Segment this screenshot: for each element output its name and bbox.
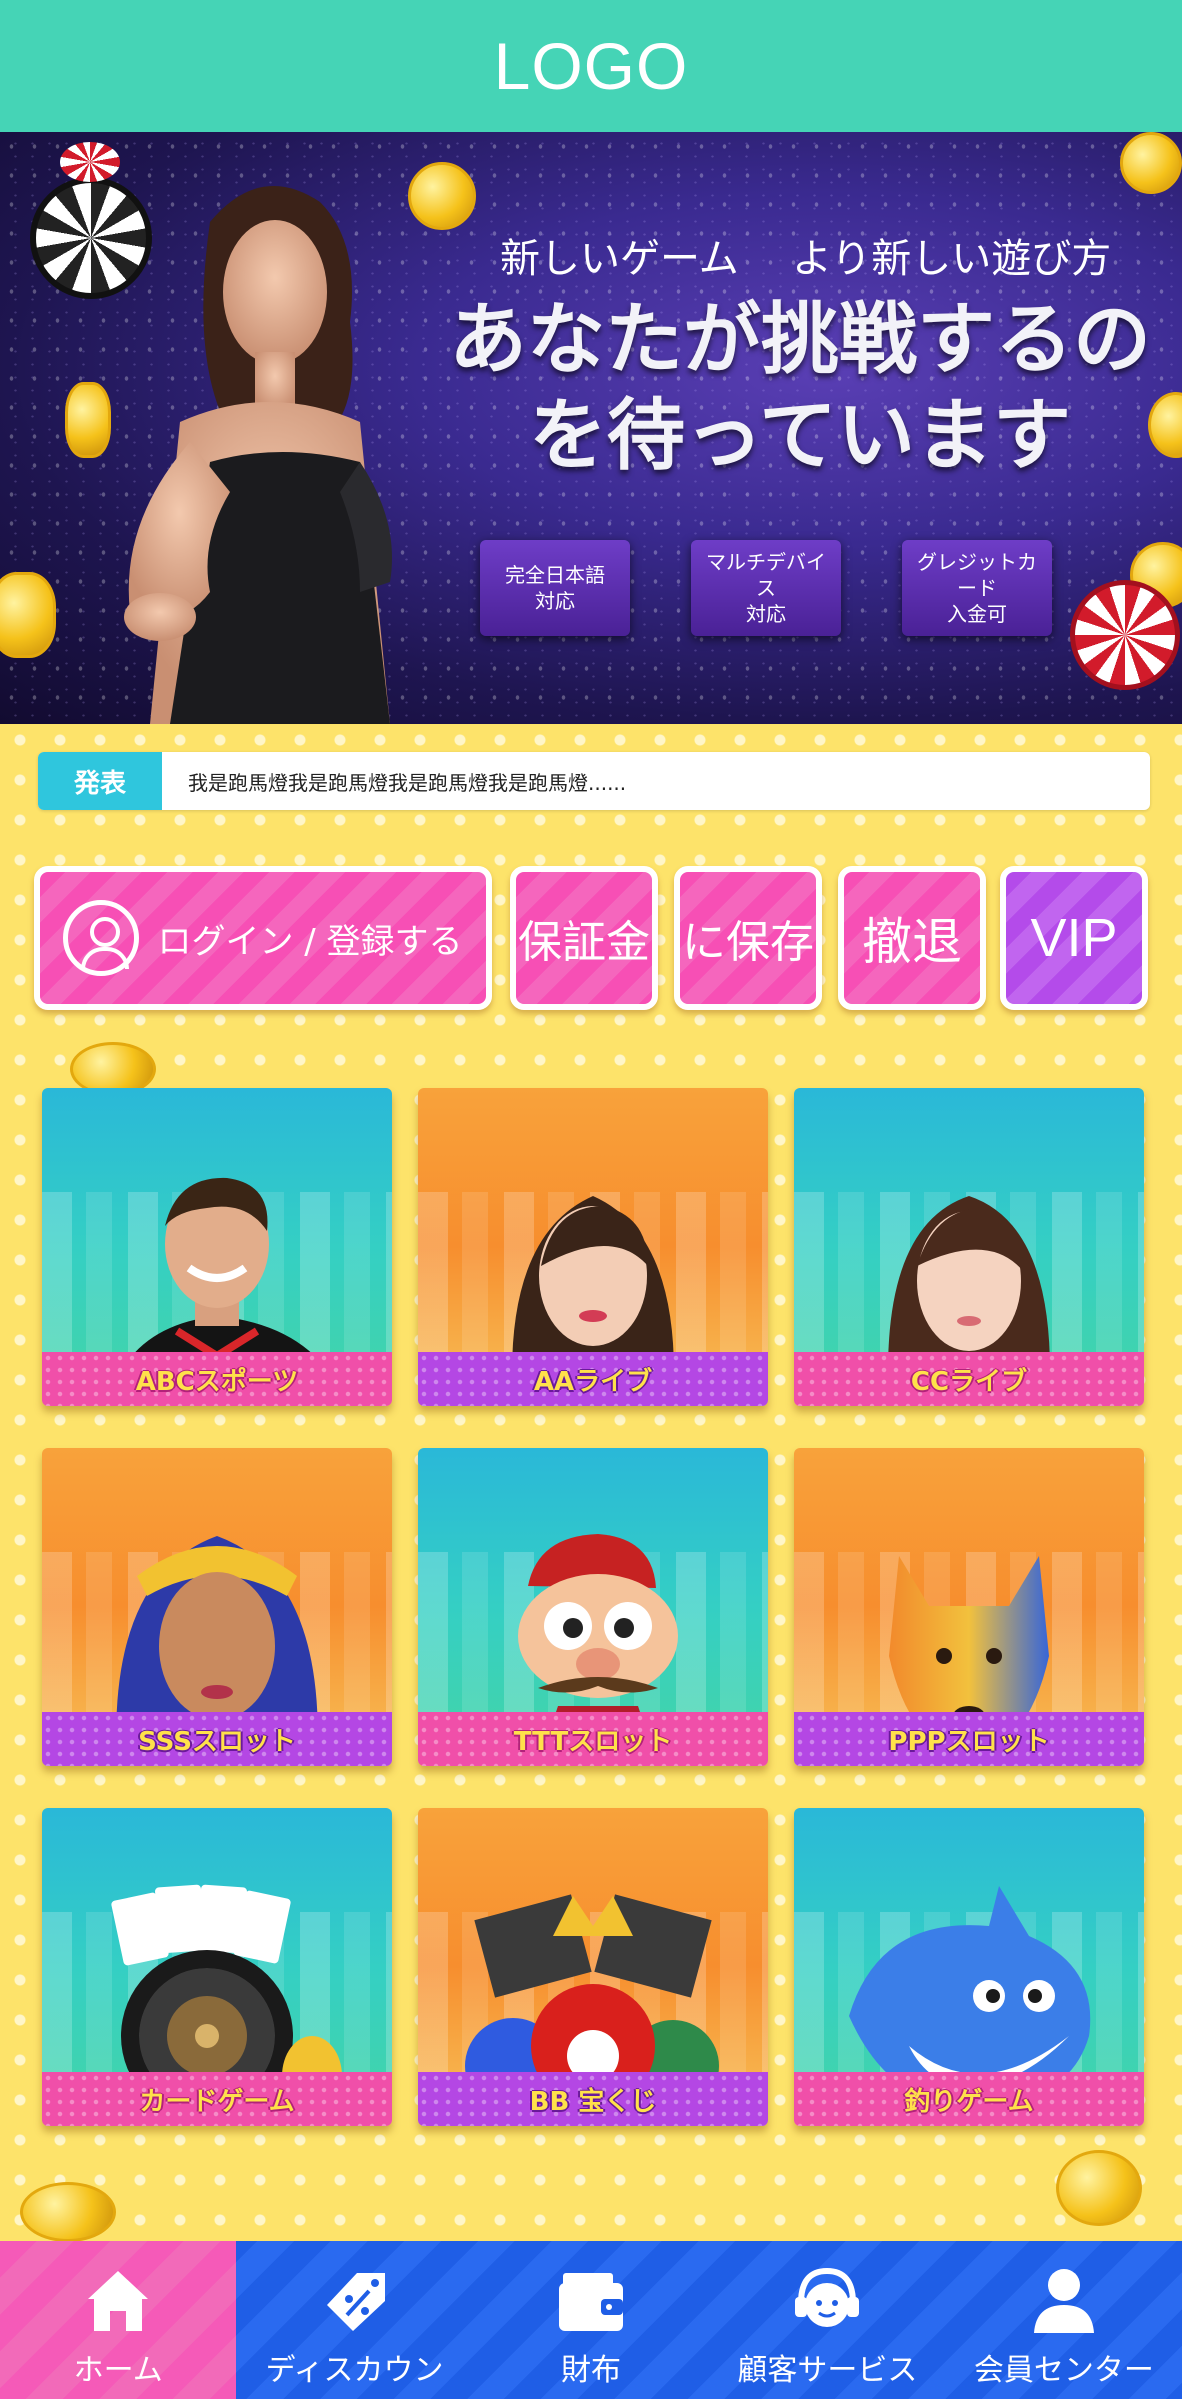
banner-title: あなたが挑戦するの を待っています <box>440 292 1160 484</box>
login-register-label: ログイン / 登録する <box>157 921 463 962</box>
customer-service-icon <box>795 2267 860 2327</box>
nav-label: 顧客サービス <box>737 2353 918 2388</box>
feature-line2: 入金可 <box>947 602 1007 626</box>
casino-chip-icon <box>1070 580 1180 690</box>
nav-label: 会員センター <box>973 2353 1154 2388</box>
user-icon <box>63 900 140 976</box>
banner-model-image <box>124 186 392 724</box>
game-card-label: ABCスポーツ <box>42 1352 392 1406</box>
nav-item-discount[interactable]: ディスカウン <box>236 2241 472 2399</box>
nav-item-customer-service[interactable]: 顧客サービス <box>709 2241 945 2399</box>
banner-subtitle-left: 新しいゲーム <box>500 236 739 282</box>
feature-badge-japanese: 完全日本語 対応 <box>480 540 630 636</box>
game-card-card-game[interactable]: カードゲーム <box>42 1808 392 2126</box>
nav-label: 財布 <box>561 2353 622 2388</box>
withdraw-label: 撤退 <box>862 913 962 971</box>
feature-badge-multidevice: マルチデバイス 対応 <box>691 540 841 636</box>
gold-coin-icon <box>0 572 56 658</box>
home-icon <box>88 2271 149 2331</box>
banner-title-line1: あなたが挑戦するの <box>448 295 1151 385</box>
game-card-label: PPPスロット <box>794 1712 1144 1766</box>
game-card-label: BB 宝くじ <box>418 2072 768 2126</box>
gold-coin-icon <box>1056 2150 1142 2226</box>
deposit-label: 保証金 <box>518 917 650 968</box>
game-card-lottery[interactable]: BB 宝くじ <box>418 1808 768 2126</box>
gold-coin-icon <box>1120 132 1182 194</box>
app-header: LOGO <box>0 0 1182 132</box>
nav-label: ホーム <box>73 2353 163 2388</box>
save-button[interactable]: に保存 <box>674 866 822 1010</box>
game-card-label: 釣りゲーム <box>794 2072 1144 2126</box>
login-register-button[interactable]: ログイン / 登録する <box>34 866 492 1010</box>
deposit-button[interactable]: 保証金 <box>510 866 658 1010</box>
nav-item-wallet[interactable]: 財布 <box>473 2241 709 2399</box>
nav-item-home[interactable]: ホーム <box>0 2241 237 2399</box>
game-card-fishing[interactable]: 釣りゲーム <box>794 1808 1144 2126</box>
vip-label: VIP <box>1030 908 1118 968</box>
announcement-label: 発表 <box>38 752 162 810</box>
bottom-navigation: ホーム ディスカウン 財布 顧客サービス 会員センター <box>0 2241 1182 2399</box>
nav-item-member-center[interactable]: 会員センター <box>946 2241 1182 2399</box>
game-card-label: SSSスロット <box>42 1712 392 1766</box>
logo[interactable]: LOGO <box>494 28 689 104</box>
game-card-aa-live[interactable]: AAライブ <box>418 1088 768 1406</box>
game-card-sports[interactable]: ABCスポーツ <box>42 1088 392 1406</box>
discount-tag-icon <box>326 2273 385 2331</box>
banner-title-line2: を待っています <box>528 391 1072 481</box>
feature-line1: マルチデバイス <box>706 550 826 600</box>
vip-button[interactable]: VIP <box>1000 866 1148 1010</box>
announcement-marquee[interactable]: 発表 我是跑馬燈我是跑馬燈我是跑馬燈我是跑馬燈...... <box>38 752 1150 810</box>
hero-banner[interactable]: 新しいゲーム より新しい遊び方 あなたが挑戦するの を待っています 完全日本語対… <box>0 132 1182 724</box>
feature-line1: 完全日本語 <box>505 563 605 587</box>
feature-line2: 対応 <box>535 589 575 613</box>
banner-subtitle-right: より新しい遊び方 <box>792 236 1112 282</box>
feature-line1: グレジットカード <box>917 550 1037 600</box>
game-card-ppp-slot[interactable]: PPPスロット <box>794 1448 1144 1766</box>
game-card-label: TTTスロット <box>418 1712 768 1766</box>
save-label: に保存 <box>682 917 814 968</box>
game-card-cc-live[interactable]: CCライブ <box>794 1088 1144 1406</box>
feature-line2: 対応 <box>746 602 786 626</box>
game-card-label: AAライブ <box>418 1352 768 1406</box>
member-icon <box>1033 2269 1094 2333</box>
game-card-ttt-slot[interactable]: TTTスロット <box>418 1448 768 1766</box>
feature-badge-credit-card: グレジットカード 入金可 <box>902 540 1052 636</box>
announcement-text: 我是跑馬燈我是跑馬燈我是跑馬燈我是跑馬燈...... <box>188 770 627 795</box>
game-card-label: CCライブ <box>794 1352 1144 1406</box>
game-card-label: カードゲーム <box>42 2072 392 2126</box>
wallet-icon <box>559 2273 624 2331</box>
gold-coin-icon <box>20 2182 116 2242</box>
withdraw-button[interactable]: 撤退 <box>838 866 986 1010</box>
nav-label: ディスカウン <box>265 2353 444 2388</box>
game-card-sss-slot[interactable]: SSSスロット <box>42 1448 392 1766</box>
